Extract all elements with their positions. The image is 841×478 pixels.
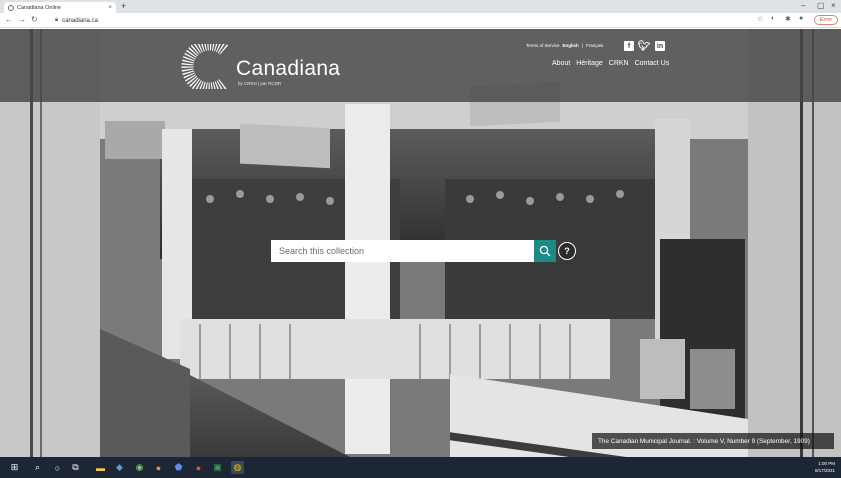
- language-separator: |: [581, 43, 583, 48]
- search-icon: [539, 245, 551, 257]
- nav-contact-us[interactable]: Contact Us: [635, 60, 670, 67]
- extension-icon[interactable]: ◐: [771, 15, 775, 22]
- english-link[interactable]: English: [563, 43, 579, 48]
- puzzle-extension-icon[interactable]: ✱: [785, 15, 791, 23]
- store-icon[interactable]: ◆: [113, 461, 126, 474]
- browser-toolbar: ← → ↻ 🔒︎ canadiana.ca ☆ ◐ ✱ ● Error: [0, 13, 841, 28]
- close-window-button[interactable]: ×: [831, 1, 836, 10]
- twitter-icon[interactable]: 🐦︎: [638, 41, 651, 52]
- reload-icon[interactable]: ↻: [31, 15, 38, 24]
- windows-taskbar: ⊞ ⌕ ○ ⧉ ▬ ◆ ◉ ● ⬟ ● ▣ ◍ 1:00 PM 8/17/202…: [0, 457, 841, 478]
- windows-start-icon[interactable]: ⊞: [8, 461, 21, 474]
- maximize-button[interactable]: ▢: [817, 1, 825, 10]
- site-tagline: by CRKN | par RCDR: [238, 81, 282, 86]
- linkedin-icon[interactable]: in: [655, 41, 665, 51]
- app-green-icon[interactable]: ▣: [211, 461, 224, 474]
- profile-icon[interactable]: ●: [799, 15, 803, 22]
- utility-links: Terms of Service English | Français: [526, 43, 606, 48]
- cortana-icon[interactable]: ○: [51, 461, 64, 474]
- system-clock[interactable]: 1:00 PM 8/17/2021: [815, 460, 835, 474]
- terms-of-service-link[interactable]: Terms of Service: [526, 43, 560, 48]
- clock-time: 1:00 PM: [818, 461, 835, 466]
- canadiana-logo-icon[interactable]: [181, 44, 231, 89]
- search-help-icon[interactable]: ?: [558, 242, 576, 260]
- forward-arrow-icon[interactable]: →: [18, 15, 26, 24]
- web-page: Canadiana by CRKN | par RCDR Terms of Se…: [0, 29, 841, 457]
- url-text: canadiana.ca: [62, 17, 98, 24]
- minimize-button[interactable]: –: [801, 1, 805, 10]
- screen: Canadiana Online × + – ▢ × ← → ↻ 🔒︎ cana…: [0, 0, 841, 478]
- site-header: [0, 29, 841, 102]
- clock-date: 8/17/2021: [814, 468, 835, 473]
- tab-title: Canadiana Online: [17, 4, 62, 11]
- chrome-icon[interactable]: ◍: [231, 461, 244, 474]
- file-explorer-icon[interactable]: ▬: [94, 461, 107, 474]
- nav-heritage[interactable]: Héritage: [576, 60, 602, 67]
- site-name[interactable]: Canadiana: [236, 57, 340, 81]
- site-favicon-icon: [8, 4, 14, 11]
- firefox-icon[interactable]: ●: [152, 461, 165, 474]
- error-badge[interactable]: Error: [814, 15, 838, 25]
- facebook-icon[interactable]: f: [624, 41, 634, 51]
- search-button[interactable]: [534, 240, 556, 262]
- back-arrow-icon[interactable]: ←: [5, 15, 13, 24]
- search-bar: [271, 240, 556, 262]
- app-red-icon[interactable]: ●: [192, 461, 205, 474]
- task-view-icon[interactable]: ⧉: [69, 461, 82, 474]
- browser-tab[interactable]: Canadiana Online ×: [4, 2, 116, 13]
- tab-close-icon[interactable]: ×: [108, 5, 112, 11]
- address-bar[interactable]: 🔒︎ canadiana.ca: [55, 15, 745, 26]
- app-icon[interactable]: ◉: [133, 461, 146, 474]
- main-navigation: About Héritage CRKN Contact Us: [552, 60, 675, 67]
- nav-about[interactable]: About: [552, 60, 570, 67]
- bookmark-star-icon[interactable]: ☆: [757, 15, 763, 23]
- search-icon[interactable]: ⌕: [31, 461, 44, 474]
- browser-tab-strip: Canadiana Online × + – ▢ ×: [0, 0, 841, 13]
- shield-icon[interactable]: ⬟: [172, 461, 185, 474]
- new-tab-button[interactable]: +: [121, 1, 126, 11]
- lock-icon: 🔒︎: [55, 17, 59, 23]
- search-input[interactable]: [271, 240, 534, 262]
- image-caption[interactable]: The Canadian Municipal Journal. : Volume…: [592, 433, 834, 449]
- francais-link[interactable]: Français: [586, 43, 603, 48]
- nav-crkn[interactable]: CRKN: [609, 60, 629, 67]
